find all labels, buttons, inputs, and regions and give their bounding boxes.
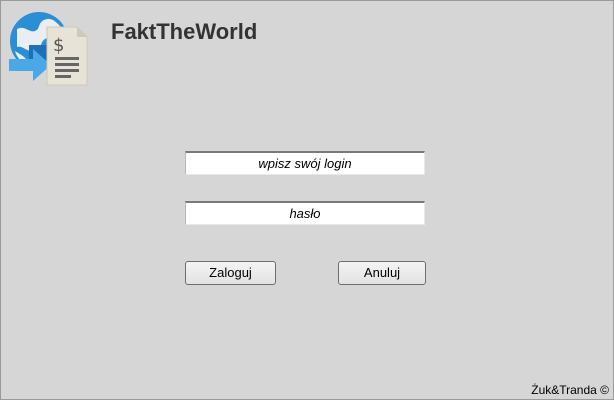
- login-input[interactable]: [185, 151, 425, 175]
- globe-invoice-logo-icon: $: [7, 9, 91, 87]
- password-input[interactable]: [185, 201, 425, 225]
- cancel-button[interactable]: Anuluj: [338, 261, 426, 285]
- login-button[interactable]: Zaloguj: [185, 261, 276, 285]
- svg-text:$: $: [53, 35, 64, 56]
- app-title: FaktTheWorld: [111, 19, 258, 44]
- copyright-footer: Żuk&Tranda ©: [531, 383, 609, 397]
- app-window: $ FaktTheWorld Zaloguj Anuluj Żuk&Tranda…: [0, 0, 614, 400]
